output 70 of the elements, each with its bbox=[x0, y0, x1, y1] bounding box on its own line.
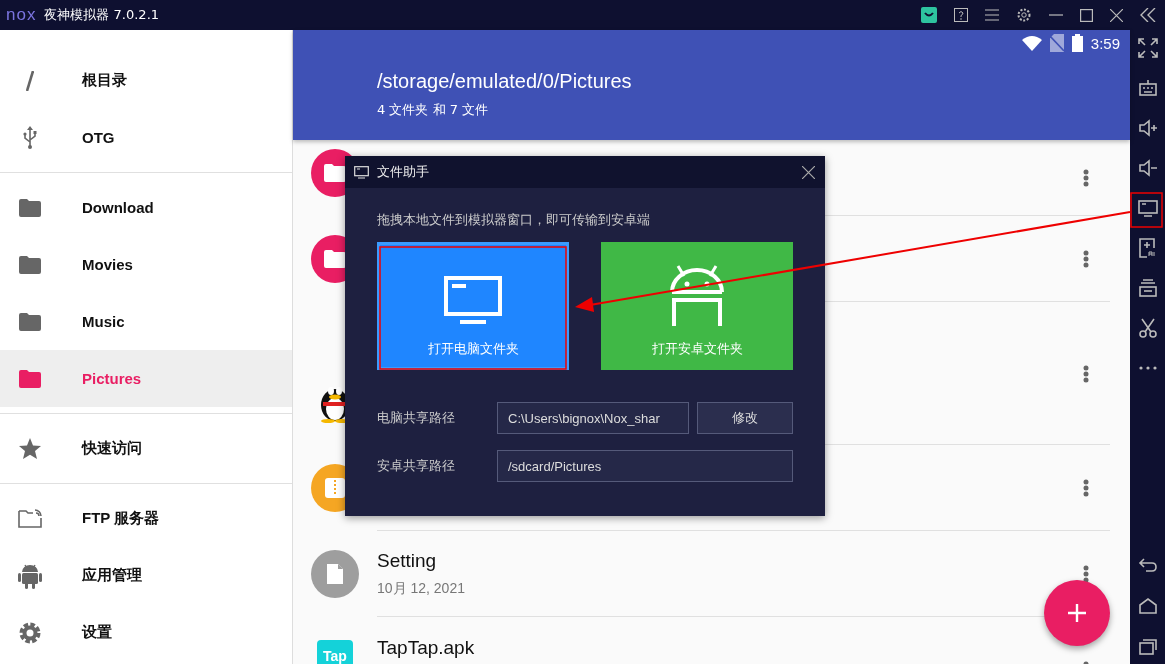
settings-icon bbox=[18, 620, 42, 645]
volume-down-icon[interactable] bbox=[1137, 158, 1158, 178]
sidebar-item[interactable]: FTP 服务器 bbox=[0, 490, 292, 547]
path-label: 安卓共享路径 bbox=[377, 457, 456, 475]
monitor-icon bbox=[444, 276, 502, 326]
dialog-title: 文件助手 bbox=[377, 163, 429, 181]
folder-icon bbox=[19, 255, 41, 274]
file-name[interactable]: TapTap.apk bbox=[377, 637, 475, 659]
app-icon: Tap bbox=[317, 640, 353, 664]
keyboard-icon[interactable] bbox=[1137, 78, 1158, 98]
printer-icon[interactable] bbox=[1137, 278, 1158, 298]
wifi-icon bbox=[1021, 35, 1042, 51]
recents-icon[interactable] bbox=[1137, 636, 1158, 656]
menu-icon[interactable] bbox=[985, 9, 999, 21]
sidebar-item[interactable]: Pictures bbox=[0, 350, 292, 407]
apk-icon[interactable] bbox=[1137, 238, 1158, 258]
highlight-frame bbox=[1130, 192, 1163, 228]
window-title: 夜神模拟器 7.0.2.1 bbox=[44, 6, 160, 24]
close-icon[interactable] bbox=[802, 165, 815, 179]
more-icon[interactable] bbox=[1083, 565, 1089, 583]
bag-icon[interactable] bbox=[921, 7, 937, 23]
file-name[interactable]: Setting bbox=[377, 550, 437, 572]
settings-icon[interactable] bbox=[1016, 7, 1032, 23]
scissors-icon[interactable] bbox=[1137, 318, 1158, 338]
star-icon bbox=[19, 438, 41, 459]
path-label: 电脑共享路径 bbox=[377, 409, 456, 427]
sidebar-item[interactable]: Music bbox=[0, 293, 292, 350]
folder-summary: 4 文件夹 和 7 文件 bbox=[377, 101, 490, 119]
path-field[interactable]: /sdcard/Pictures bbox=[497, 450, 793, 482]
sidebar-item[interactable]: Movies bbox=[0, 236, 292, 293]
sidebar-item[interactable]: 快速访问 bbox=[0, 420, 292, 477]
no-sim-icon bbox=[1049, 34, 1064, 52]
fullscreen-icon[interactable] bbox=[1137, 38, 1158, 58]
change-button[interactable]: 修改 bbox=[697, 402, 793, 434]
open-pc-folder-button[interactable]: 打开电脑文件夹 bbox=[377, 242, 569, 370]
more-icon[interactable] bbox=[1083, 250, 1089, 268]
sidebar-item[interactable]: 设置 bbox=[0, 604, 292, 661]
collapse-icon[interactable] bbox=[1140, 8, 1156, 22]
folder-icon bbox=[19, 312, 41, 331]
ftp-folder-icon bbox=[18, 509, 42, 528]
android-icon bbox=[668, 264, 726, 326]
monitor-icon[interactable] bbox=[1137, 198, 1158, 218]
more-icon[interactable] bbox=[1083, 169, 1089, 187]
app-logo: nox bbox=[6, 5, 37, 25]
plus-icon bbox=[1068, 604, 1086, 622]
status-time: 3:59 bbox=[1090, 34, 1120, 52]
android-icon bbox=[18, 562, 42, 589]
folder-icon bbox=[19, 369, 41, 388]
volume-up-icon[interactable] bbox=[1137, 118, 1158, 138]
close-icon[interactable] bbox=[1110, 8, 1123, 22]
usb-icon bbox=[22, 125, 38, 150]
slash-icon bbox=[26, 70, 34, 91]
path-field[interactable]: C:\Users\bignox\Nox_shar bbox=[497, 402, 689, 434]
battery-icon bbox=[1071, 34, 1083, 52]
sidebar-item[interactable]: Download bbox=[0, 179, 292, 236]
more-icon[interactable] bbox=[1083, 479, 1089, 497]
monitor-icon bbox=[354, 165, 369, 179]
folder-icon bbox=[19, 198, 41, 217]
home-icon[interactable] bbox=[1137, 596, 1158, 616]
help-icon[interactable] bbox=[954, 8, 968, 22]
dialog-hint: 拖拽本地文件到模拟器窗口，即可传输到安卓端 bbox=[377, 211, 651, 229]
sidebar-item[interactable]: 根目录 bbox=[0, 52, 292, 109]
sidebar-item[interactable]: OTG bbox=[0, 109, 292, 166]
maximize-icon[interactable] bbox=[1080, 8, 1093, 22]
add-button[interactable] bbox=[1044, 580, 1110, 646]
sidebar-item[interactable]: 应用管理 bbox=[0, 547, 292, 604]
document-icon bbox=[311, 550, 359, 598]
more-icon[interactable] bbox=[1083, 364, 1089, 383]
folder-path: /storage/emulated/0/Pictures bbox=[377, 70, 632, 93]
file-date: 10月 12, 2021 bbox=[377, 580, 466, 598]
